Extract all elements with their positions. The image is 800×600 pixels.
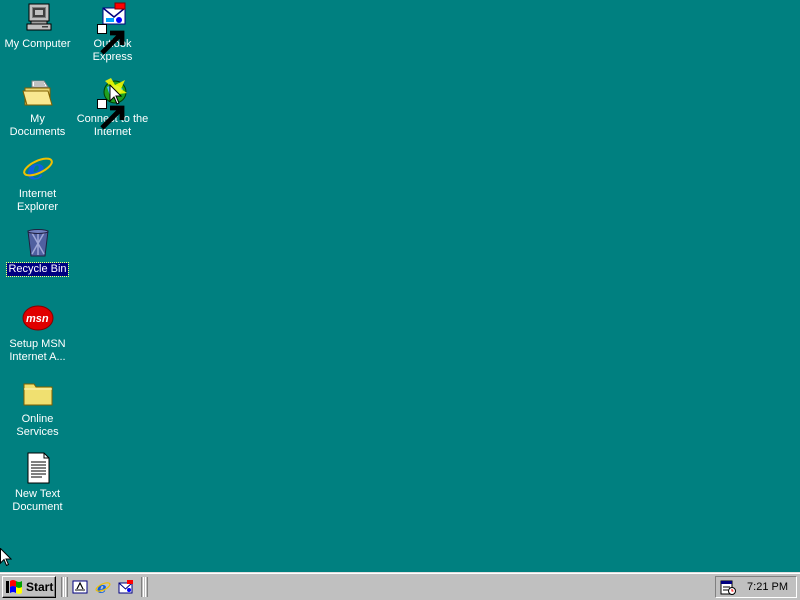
quicklaunch-internet-explorer[interactable]: e (93, 578, 113, 596)
ie-quicklaunch-icon: e (95, 579, 111, 595)
svg-text:msn: msn (26, 313, 49, 325)
shortcut-arrow-icon (96, 99, 124, 130)
taskbar-separator (141, 577, 144, 597)
quicklaunch-show-desktop[interactable] (70, 578, 90, 596)
my-computer-icon (22, 2, 54, 34)
desktop-icon-new-text-document[interactable]: New Text Document (0, 452, 75, 514)
desktop-icon-label: Internet Explorer (17, 188, 58, 213)
desktop-icon-label: Recycle Bin (6, 262, 69, 277)
start-label: Start (26, 580, 54, 594)
shortcut-arrow-icon (96, 24, 124, 55)
text-document-icon (22, 452, 54, 484)
desktop-icon-outlook-express[interactable]: Outlook Express (75, 2, 150, 64)
folder-icon (22, 377, 54, 409)
recycle-bin-icon (22, 227, 54, 259)
desktop-icon-my-computer[interactable]: My Computer (0, 2, 75, 51)
taskbar-separator (61, 577, 64, 597)
svg-text:e: e (27, 153, 45, 184)
my-documents-icon (21, 77, 54, 109)
outlook-quicklaunch-icon (118, 580, 133, 594)
desktop-icon-label: Setup MSN Internet A... (9, 338, 66, 363)
quicklaunch-outlook-express[interactable] (116, 578, 136, 596)
msn-icon: msn (22, 302, 54, 334)
taskbar: Start e 7:21 PM (0, 572, 800, 600)
system-tray: 7:21 PM (715, 576, 797, 598)
desktop-icon-my-documents[interactable]: My Documents (0, 77, 75, 139)
start-button[interactable]: Start (2, 576, 56, 598)
internet-explorer-icon: e (22, 152, 54, 184)
mouse-cursor-icon (0, 547, 13, 567)
show-desktop-icon (72, 580, 88, 594)
desktop-icon-label: My Computer (4, 38, 71, 50)
desktop-icon-setup-msn[interactable]: msn Setup MSN Internet A... (0, 302, 75, 364)
task-area-grip[interactable] (145, 577, 148, 597)
connect-internet-icon (96, 77, 129, 130)
desktop-icon-label: Online Services (16, 413, 59, 438)
desktop-icon-recycle-bin[interactable]: Recycle Bin (0, 227, 75, 277)
desktop[interactable]: My Computer Outlook Express My Documents… (0, 0, 800, 572)
windows-logo-icon (6, 580, 22, 594)
desktop-icon-connect-internet[interactable]: Connect to the Internet (75, 77, 150, 139)
scheduler-tray-icon[interactable] (720, 579, 736, 595)
outlook-express-icon (96, 2, 129, 55)
tray-clock[interactable]: 7:21 PM (747, 581, 788, 593)
desktop-icon-label: New Text Document (12, 488, 63, 513)
desktop-icon-label: My Documents (9, 113, 66, 138)
quick-launch-grip[interactable] (65, 577, 68, 597)
desktop-icon-online-services[interactable]: Online Services (0, 377, 75, 439)
desktop-icon-internet-explorer[interactable]: e Internet Explorer (0, 152, 75, 214)
